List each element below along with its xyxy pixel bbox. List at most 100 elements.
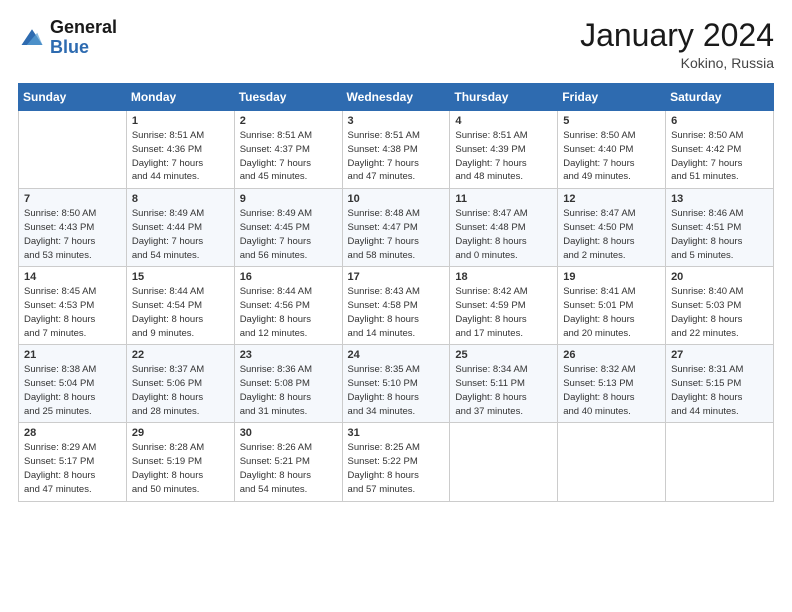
week-row-4: 21 Sunrise: 8:38 AM Sunset: 5:04 PM Dayli… [19, 345, 774, 423]
day-cell: 14 Sunrise: 8:45 AM Sunset: 4:53 PM Dayli… [19, 267, 127, 345]
col-header-friday: Friday [558, 84, 666, 111]
day-info: Sunrise: 8:43 AM Sunset: 4:58 PM Dayligh… [348, 285, 445, 340]
day-number: 4 [455, 115, 552, 127]
col-header-tuesday: Tuesday [234, 84, 342, 111]
day-number: 8 [132, 193, 229, 205]
day-number: 21 [24, 349, 121, 361]
day-cell: 31 Sunrise: 8:25 AM Sunset: 5:22 PM Dayli… [342, 423, 450, 501]
col-header-wednesday: Wednesday [342, 84, 450, 111]
day-number: 16 [240, 271, 337, 283]
day-cell: 16 Sunrise: 8:44 AM Sunset: 4:56 PM Dayli… [234, 267, 342, 345]
day-number: 13 [671, 193, 768, 205]
day-cell [666, 423, 774, 501]
col-header-monday: Monday [126, 84, 234, 111]
day-number: 26 [563, 349, 660, 361]
day-cell: 26 Sunrise: 8:32 AM Sunset: 5:13 PM Dayli… [558, 345, 666, 423]
day-number: 17 [348, 271, 445, 283]
week-row-3: 14 Sunrise: 8:45 AM Sunset: 4:53 PM Dayli… [19, 267, 774, 345]
day-cell: 12Sunrise: 8:47 AM Sunset: 4:50 PM Dayli… [558, 189, 666, 267]
day-cell: 27 Sunrise: 8:31 AM Sunset: 5:15 PM Dayli… [666, 345, 774, 423]
week-row-5: 28 Sunrise: 8:29 AM Sunset: 5:17 PM Dayli… [19, 423, 774, 501]
day-info: Sunrise: 8:29 AM Sunset: 5:17 PM Dayligh… [24, 441, 121, 496]
day-info: Sunrise: 8:37 AM Sunset: 5:06 PM Dayligh… [132, 363, 229, 418]
logo-icon [18, 24, 46, 52]
col-header-sunday: Sunday [19, 84, 127, 111]
day-info: Sunrise: 8:50 AM Sunset: 4:40 PM Dayligh… [563, 129, 660, 184]
day-cell: 10 Sunrise: 8:48 AM Sunset: 4:47 PM Dayli… [342, 189, 450, 267]
day-cell: 5 Sunrise: 8:50 AM Sunset: 4:40 PM Daylig… [558, 111, 666, 189]
day-number: 1 [132, 115, 229, 127]
day-number: 19 [563, 271, 660, 283]
day-cell: 30 Sunrise: 8:26 AM Sunset: 5:21 PM Dayli… [234, 423, 342, 501]
day-info: Sunrise: 8:35 AM Sunset: 5:10 PM Dayligh… [348, 363, 445, 418]
day-number: 7 [24, 193, 121, 205]
day-cell: 21 Sunrise: 8:38 AM Sunset: 5:04 PM Dayli… [19, 345, 127, 423]
day-info: Sunrise: 8:41 AM Sunset: 5:01 PM Dayligh… [563, 285, 660, 340]
day-info: Sunrise: 8:50 AM Sunset: 4:42 PM Dayligh… [671, 129, 768, 184]
day-cell: 6Sunrise: 8:50 AM Sunset: 4:42 PM Daylig… [666, 111, 774, 189]
day-info: Sunrise: 8:36 AM Sunset: 5:08 PM Dayligh… [240, 363, 337, 418]
day-number: 10 [348, 193, 445, 205]
day-cell: 18 Sunrise: 8:42 AM Sunset: 4:59 PM Dayli… [450, 267, 558, 345]
day-info: Sunrise: 8:47 AM Sunset: 4:48 PM Dayligh… [455, 207, 552, 262]
day-cell: 15Sunrise: 8:44 AM Sunset: 4:54 PM Dayli… [126, 267, 234, 345]
day-number: 31 [348, 427, 445, 439]
month-title: January 2024 [580, 18, 774, 53]
day-number: 24 [348, 349, 445, 361]
day-info: Sunrise: 8:40 AM Sunset: 5:03 PM Dayligh… [671, 285, 768, 340]
day-number: 9 [240, 193, 337, 205]
calendar-table: SundayMondayTuesdayWednesdayThursdayFrid… [18, 83, 774, 501]
day-cell: 2 Sunrise: 8:51 AM Sunset: 4:37 PM Daylig… [234, 111, 342, 189]
title-block: January 2024 Kokino, Russia [580, 18, 774, 71]
day-cell: 24 Sunrise: 8:35 AM Sunset: 5:10 PM Dayli… [342, 345, 450, 423]
day-info: Sunrise: 8:32 AM Sunset: 5:13 PM Dayligh… [563, 363, 660, 418]
day-cell [558, 423, 666, 501]
day-info: Sunrise: 8:49 AM Sunset: 4:45 PM Dayligh… [240, 207, 337, 262]
day-number: 18 [455, 271, 552, 283]
day-number: 2 [240, 115, 337, 127]
day-cell [450, 423, 558, 501]
day-info: Sunrise: 8:25 AM Sunset: 5:22 PM Dayligh… [348, 441, 445, 496]
week-row-1: 1 Sunrise: 8:51 AM Sunset: 4:36 PM Daylig… [19, 111, 774, 189]
day-number: 22 [132, 349, 229, 361]
day-info: Sunrise: 8:51 AM Sunset: 4:37 PM Dayligh… [240, 129, 337, 184]
day-info: Sunrise: 8:49 AM Sunset: 4:44 PM Dayligh… [132, 207, 229, 262]
day-number: 14 [24, 271, 121, 283]
day-cell: 23Sunrise: 8:36 AM Sunset: 5:08 PM Dayli… [234, 345, 342, 423]
header-row: SundayMondayTuesdayWednesdayThursdayFrid… [19, 84, 774, 111]
day-info: Sunrise: 8:45 AM Sunset: 4:53 PM Dayligh… [24, 285, 121, 340]
day-number: 28 [24, 427, 121, 439]
day-cell: 3Sunrise: 8:51 AM Sunset: 4:38 PM Daylig… [342, 111, 450, 189]
day-cell: 17 Sunrise: 8:43 AM Sunset: 4:58 PM Dayli… [342, 267, 450, 345]
day-info: Sunrise: 8:31 AM Sunset: 5:15 PM Dayligh… [671, 363, 768, 418]
week-row-2: 7Sunrise: 8:50 AM Sunset: 4:43 PM Daylig… [19, 189, 774, 267]
col-header-thursday: Thursday [450, 84, 558, 111]
day-number: 5 [563, 115, 660, 127]
logo-line1: General [50, 18, 117, 38]
day-number: 25 [455, 349, 552, 361]
day-number: 11 [455, 193, 552, 205]
day-cell: 19 Sunrise: 8:41 AM Sunset: 5:01 PM Dayli… [558, 267, 666, 345]
day-info: Sunrise: 8:42 AM Sunset: 4:59 PM Dayligh… [455, 285, 552, 340]
day-info: Sunrise: 8:44 AM Sunset: 4:56 PM Dayligh… [240, 285, 337, 340]
day-info: Sunrise: 8:34 AM Sunset: 5:11 PM Dayligh… [455, 363, 552, 418]
day-cell: 20Sunrise: 8:40 AM Sunset: 5:03 PM Dayli… [666, 267, 774, 345]
day-info: Sunrise: 8:38 AM Sunset: 5:04 PM Dayligh… [24, 363, 121, 418]
day-info: Sunrise: 8:51 AM Sunset: 4:39 PM Dayligh… [455, 129, 552, 184]
day-info: Sunrise: 8:51 AM Sunset: 4:38 PM Dayligh… [348, 129, 445, 184]
day-info: Sunrise: 8:48 AM Sunset: 4:47 PM Dayligh… [348, 207, 445, 262]
day-cell: 29Sunrise: 8:28 AM Sunset: 5:19 PM Dayli… [126, 423, 234, 501]
day-cell: 13Sunrise: 8:46 AM Sunset: 4:51 PM Dayli… [666, 189, 774, 267]
page: General Blue January 2024 Kokino, Russia… [0, 0, 792, 612]
day-number: 30 [240, 427, 337, 439]
day-number: 27 [671, 349, 768, 361]
day-info: Sunrise: 8:26 AM Sunset: 5:21 PM Dayligh… [240, 441, 337, 496]
day-cell: 28 Sunrise: 8:29 AM Sunset: 5:17 PM Dayli… [19, 423, 127, 501]
day-cell [19, 111, 127, 189]
day-cell: 7Sunrise: 8:50 AM Sunset: 4:43 PM Daylig… [19, 189, 127, 267]
day-info: Sunrise: 8:51 AM Sunset: 4:36 PM Dayligh… [132, 129, 229, 184]
day-cell: 8 Sunrise: 8:49 AM Sunset: 4:44 PM Daylig… [126, 189, 234, 267]
day-cell: 25 Sunrise: 8:34 AM Sunset: 5:11 PM Dayli… [450, 345, 558, 423]
location: Kokino, Russia [580, 55, 774, 71]
header: General Blue January 2024 Kokino, Russia [18, 18, 774, 71]
